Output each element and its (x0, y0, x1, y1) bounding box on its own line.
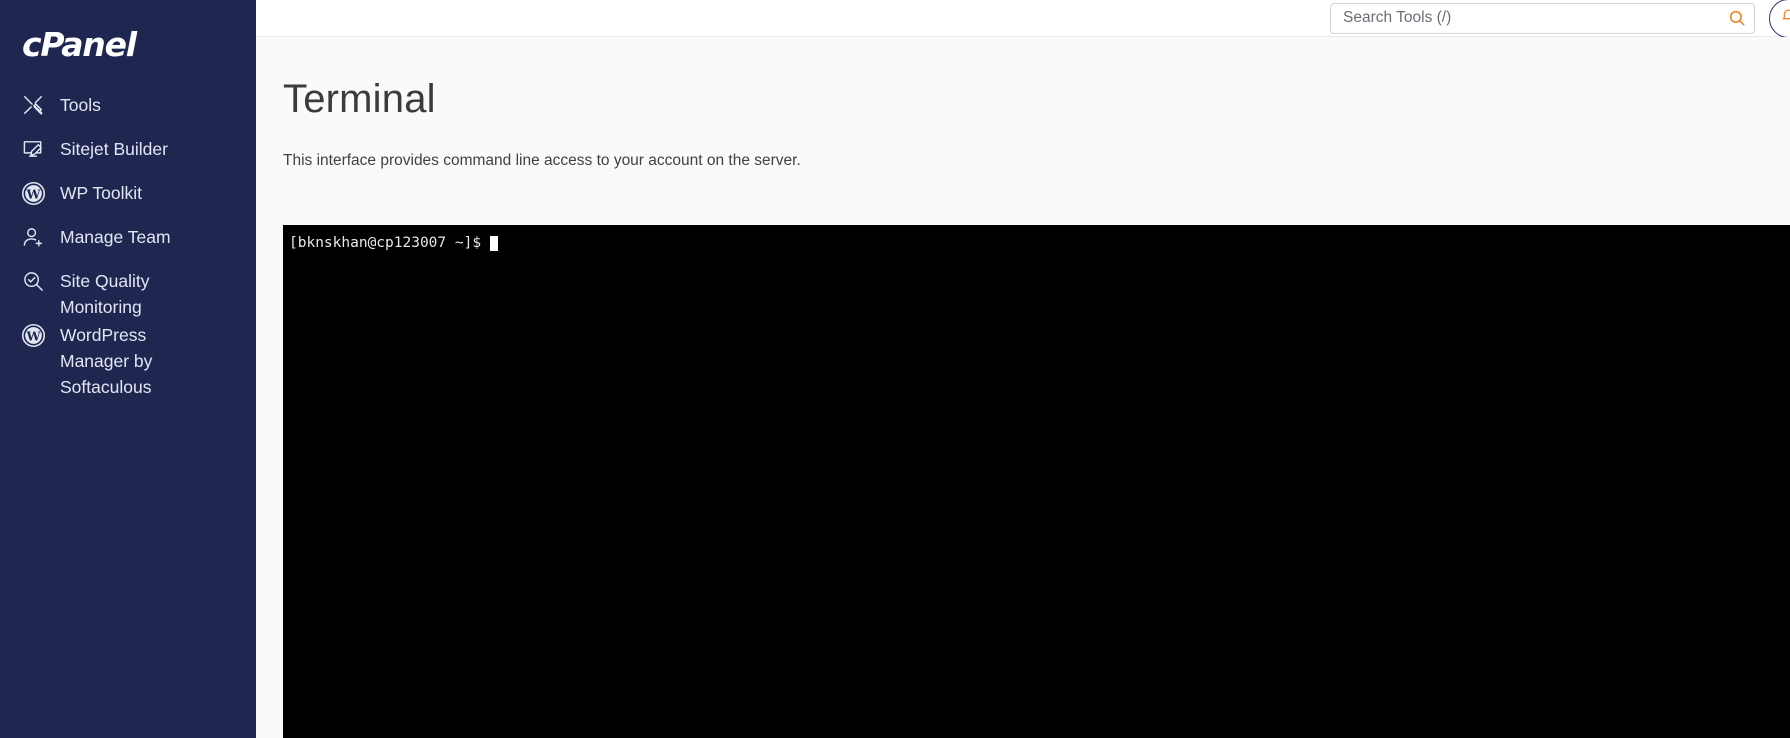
sidebar-item-label: Site Quality Monitoring (60, 271, 150, 317)
sidebar-item-label: Sitejet Builder (60, 139, 168, 159)
page-content: Terminal This interface provides command… (256, 37, 1790, 738)
sidebar: cPanel Tools Sitejet Builder W WP Toolki… (0, 0, 256, 738)
terminal-cursor (490, 235, 499, 251)
sidebar-item-tools[interactable]: Tools (0, 90, 256, 134)
terminal-window[interactable]: [bknskhan@cp123007 ~]$ (283, 225, 1790, 738)
sidebar-item-sitejet-builder[interactable]: Sitejet Builder (0, 134, 256, 178)
sidebar-item-label: Tools (60, 95, 101, 115)
user-add-icon (18, 222, 48, 252)
terminal-prompt-text: [bknskhan@cp123007 ~]$ (289, 235, 482, 251)
page-title: Terminal (283, 77, 436, 121)
sidebar-item-manage-team[interactable]: Manage Team (0, 222, 256, 266)
sidebar-item-site-quality-monitoring[interactable]: Site Quality Monitoring (0, 266, 256, 320)
sidebar-item-label: Manage Team (60, 227, 171, 247)
cpanel-logo[interactable]: cPanel (0, 14, 256, 74)
terminal-prompt-line: [bknskhan@cp123007 ~]$ (289, 234, 1790, 252)
search-input[interactable] (1330, 2, 1755, 34)
wordpress-icon: W (18, 178, 48, 208)
top-bar (256, 0, 1790, 38)
search-tools-wrapper (1330, 2, 1755, 34)
sidebar-item-label: WP Toolkit (60, 183, 143, 203)
main-area: Terminal This interface provides command… (256, 0, 1790, 738)
monitor-pen-icon (18, 134, 48, 164)
wordpress-icon: W (18, 320, 48, 350)
cpanel-app: cPanel Tools Sitejet Builder W WP Toolki… (0, 0, 1790, 738)
sidebar-nav: Tools Sitejet Builder W WP Toolkit Manag… (0, 90, 256, 400)
magnifier-check-icon (18, 266, 48, 296)
page-description: This interface provides command line acc… (283, 152, 801, 169)
sidebar-item-wordpress-manager-by-softaculous[interactable]: W WordPress Manager by Softaculous (0, 320, 256, 400)
cpanel-logo-text: cPanel (22, 24, 137, 64)
sidebar-item-label: WordPress Manager by Softaculous (60, 325, 153, 397)
bell-icon (1780, 7, 1790, 29)
svg-text:W: W (25, 186, 41, 201)
tools-icon (18, 90, 48, 120)
sidebar-item-wp-toolkit[interactable]: W WP Toolkit (0, 178, 256, 222)
svg-text:W: W (25, 328, 41, 343)
notifications-button[interactable] (1769, 0, 1790, 38)
